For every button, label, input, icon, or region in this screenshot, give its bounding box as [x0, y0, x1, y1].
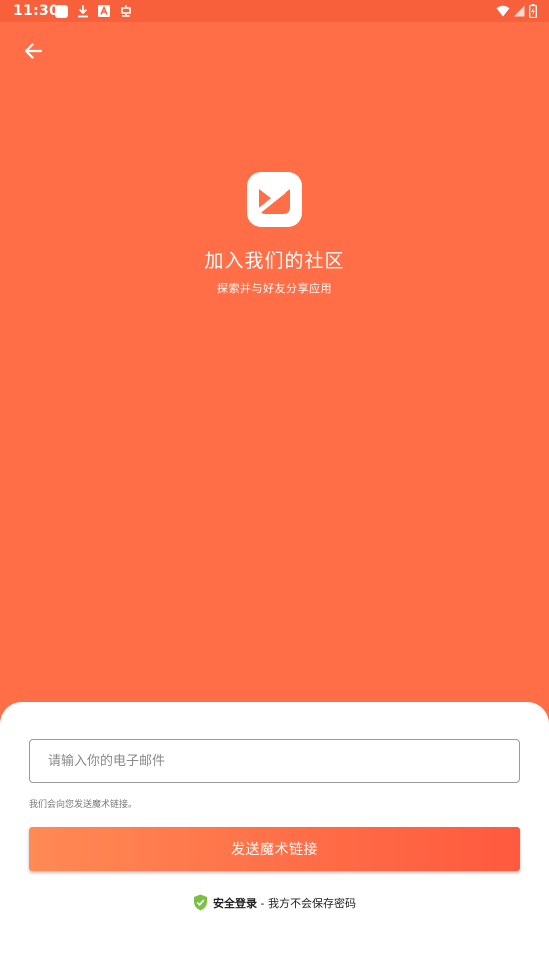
download-icon	[78, 5, 88, 18]
wifi-icon	[496, 5, 510, 17]
status-time: 11:30	[13, 3, 60, 19]
secure-login-note: 安全登录 - 我方不会保存密码	[0, 894, 549, 911]
battery-charging-icon	[529, 4, 537, 18]
signal-icon	[514, 5, 525, 17]
secure-login-desc: - 我方不会保存密码	[257, 896, 356, 910]
shield-check-icon	[194, 894, 208, 911]
status-left-icons	[55, 4, 133, 18]
arrow-left-icon[interactable]	[22, 40, 44, 62]
send-magic-link-button[interactable]: 发送魔术链接	[29, 827, 520, 871]
hero-title: 加入我们的社区	[204, 250, 345, 272]
bug-icon	[121, 5, 131, 17]
bottom-sheet: 我们会向您发送魔术链接。 发送魔术链接 安全登录 - 我方不会保存密码	[0, 702, 549, 976]
email-input[interactable]	[29, 739, 520, 783]
hero-subtitle: 探索并与好友分享应用	[217, 282, 332, 295]
app-logo-icon	[247, 172, 302, 227]
status-right-icons	[496, 4, 537, 18]
app-square-icon	[55, 4, 68, 18]
secure-login-label: 安全登录	[213, 896, 258, 910]
status-bar: 11:30	[0, 0, 549, 22]
helper-text: 我们会向您发送魔术链接。	[29, 800, 138, 810]
a-box-icon	[98, 5, 110, 17]
